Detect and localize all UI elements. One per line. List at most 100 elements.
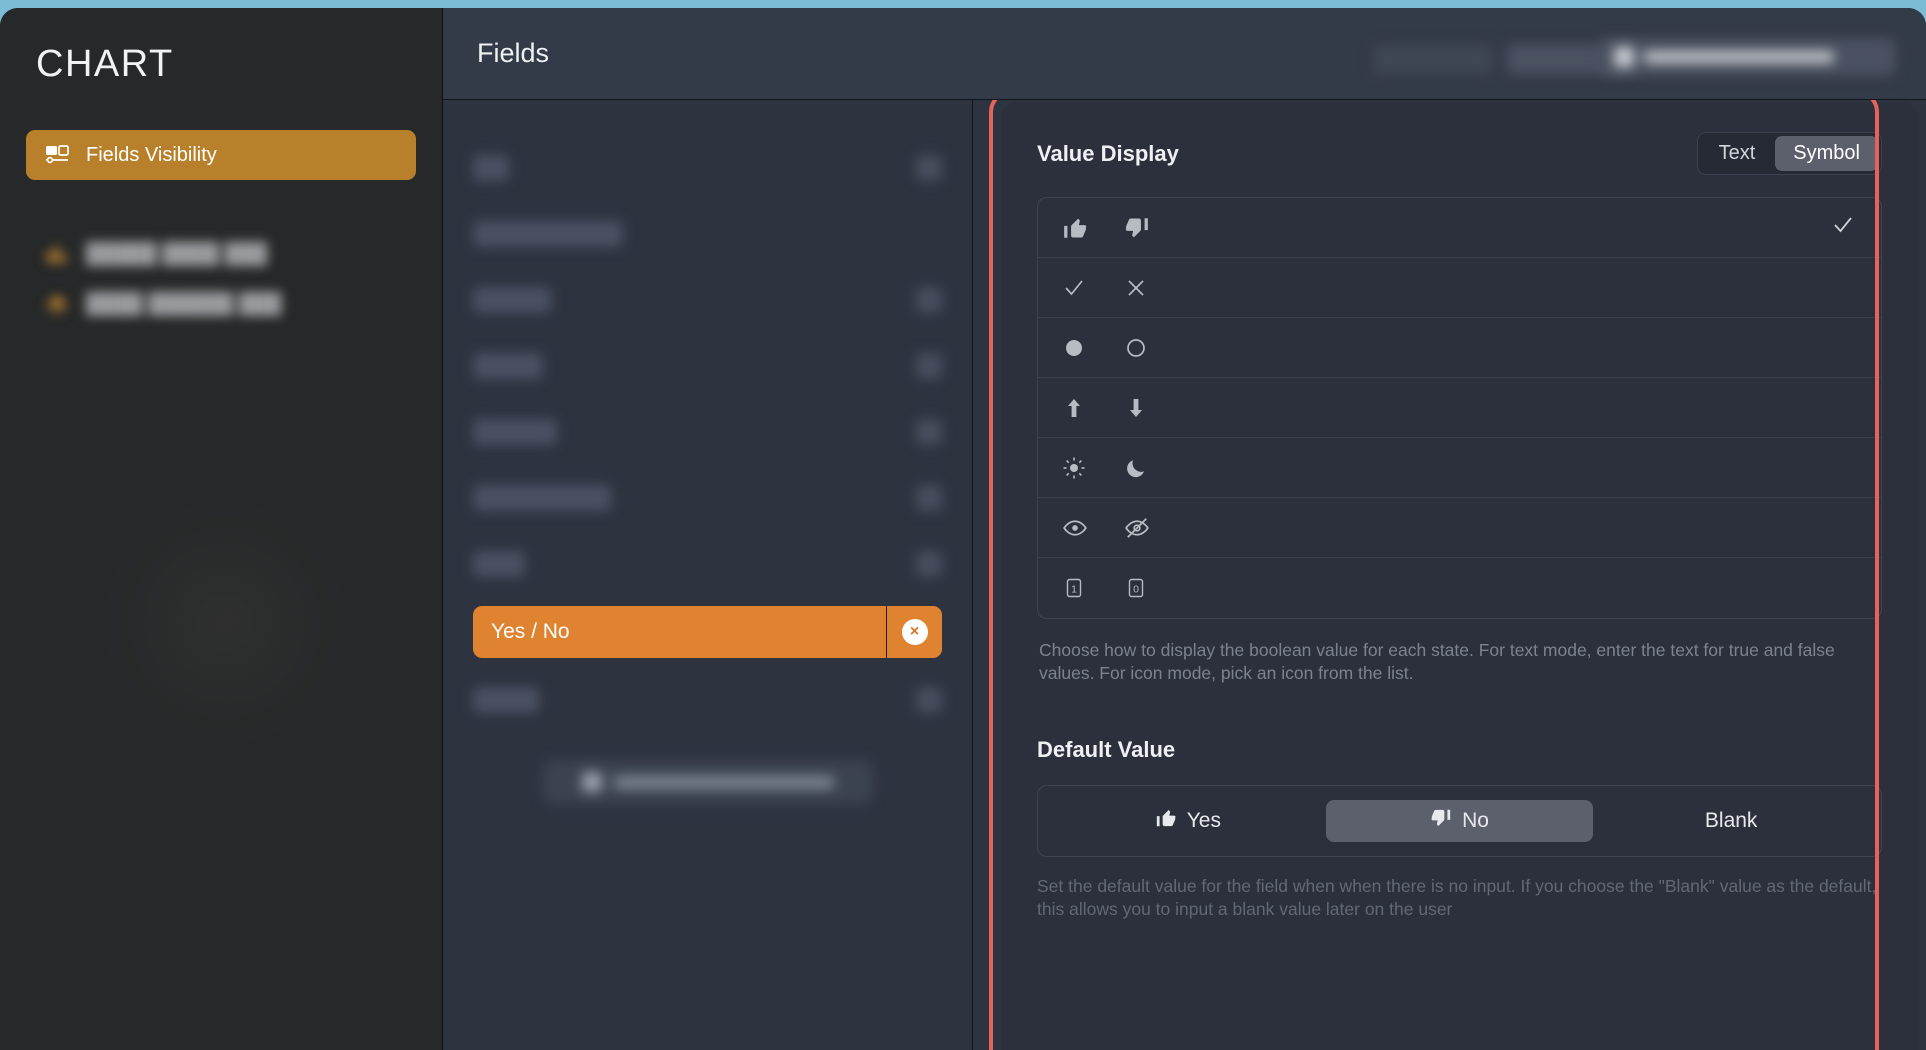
thumbs-up-icon [1062, 215, 1124, 241]
field-label [473, 155, 509, 181]
chart-icon [44, 243, 70, 265]
field-label [473, 687, 539, 713]
value-display-title: Value Display [1037, 140, 1179, 166]
default-option-no[interactable]: No [1325, 800, 1594, 843]
moon-icon [1124, 456, 1186, 480]
default-value-segmented-control[interactable]: Yes No Blank [1054, 800, 1865, 843]
filled-circle-icon [1062, 336, 1124, 360]
svg-text:0: 0 [1133, 583, 1139, 595]
display-mode-toggle[interactable]: Text Symbol [1696, 132, 1882, 175]
symbol-pair-row-eye[interactable] [1038, 498, 1881, 558]
default-value-help-text: Set the default value for the field when… [1037, 876, 1877, 920]
field-handle-icon[interactable] [916, 551, 942, 577]
field-row[interactable] [473, 408, 942, 456]
default-value-control-wrap: Yes No Blank [1037, 785, 1882, 858]
field-settings-panel: Value Display Text Symbol 1 0 Choose how… [973, 100, 1926, 1050]
add-field-button[interactable] [542, 760, 873, 804]
thumbs-down-icon [1124, 215, 1186, 241]
value-display-help-text: Choose how to display the boolean value … [1039, 640, 1835, 684]
app-title: CHART [36, 43, 174, 85]
mode-option-text[interactable]: Text [1701, 136, 1774, 171]
sidebar: CHART Fields Visibility █████ ████ ███ █… [0, 8, 443, 1050]
field-label [473, 551, 525, 577]
sidebar-item-label: █████ ████ ███ [86, 242, 268, 265]
sidebar-section-label [70, 206, 416, 223]
field-handle-icon[interactable] [916, 353, 942, 379]
mode-option-symbol[interactable]: Symbol [1775, 136, 1878, 171]
header-action-label [1644, 51, 1834, 63]
field-handle-icon[interactable] [916, 155, 942, 181]
field-handle-icon[interactable] [916, 419, 942, 445]
add-field-label [613, 775, 834, 789]
boxed-zero-icon: 0 [1124, 576, 1186, 600]
field-label [473, 485, 611, 511]
decorative-glow [90, 488, 360, 758]
field-row[interactable] [473, 342, 942, 390]
field-row[interactable] [473, 210, 942, 258]
sidebar-nav: Fields Visibility █████ ████ ███ ████ ██… [0, 130, 442, 329]
field-label [473, 287, 551, 313]
symbol-pair-row-circles[interactable] [1038, 318, 1881, 378]
arrow-up-icon [1062, 396, 1124, 420]
app-window: CHART Fields Visibility █████ ████ ███ █… [0, 8, 1926, 1050]
thumbs-down-icon [1430, 807, 1452, 835]
field-row[interactable] [473, 276, 942, 324]
header-chip-1[interactable] [1373, 44, 1493, 74]
boxed-one-icon: 1 [1062, 576, 1124, 600]
sidebar-item-fields-visibility[interactable]: Fields Visibility [26, 130, 416, 180]
sidebar-item-label: ████ ██████ ███ [86, 292, 282, 315]
header-action-button[interactable] [1600, 38, 1896, 76]
eye-off-icon [1124, 515, 1186, 541]
symbol-pair-row-check-cross[interactable] [1038, 258, 1881, 318]
symbol-pair-row-sun-moon[interactable] [1038, 438, 1881, 498]
sidebar-item-label: Fields Visibility [86, 143, 217, 166]
settings-scroll-area: Value Display Text Symbol 1 0 Choose how… [1001, 102, 1918, 1050]
close-circle-icon[interactable]: × [901, 619, 928, 645]
field-label [473, 419, 557, 445]
layers-icon [44, 293, 70, 315]
field-handle-icon[interactable] [916, 687, 942, 713]
default-option-label: No [1462, 809, 1489, 833]
main-header: Fields [443, 8, 1926, 100]
cross-icon [1124, 276, 1186, 300]
presentation-icon [44, 144, 70, 166]
default-value-section: Default Value Yes No Blank Set the defau… [1037, 737, 1882, 921]
default-option-yes[interactable]: Yes [1054, 800, 1322, 842]
field-delete-wrap[interactable]: × [886, 606, 942, 658]
eye-icon [1062, 515, 1124, 541]
main-area: Fields Yes / No × Value Display Text Sym… [443, 8, 1926, 1050]
thumbs-up-icon [1155, 807, 1177, 835]
empty-circle-icon [1124, 336, 1186, 360]
sidebar-item-blurred-1[interactable]: █████ ████ ███ [26, 229, 416, 279]
fields-list-panel: Yes / No × [443, 100, 973, 1050]
plus-icon [581, 772, 602, 792]
value-display-header: Value Display Text Symbol [1037, 132, 1882, 175]
arrow-down-icon [1124, 396, 1186, 420]
field-label [473, 221, 623, 247]
field-row-selected[interactable]: Yes / No × [473, 606, 942, 658]
default-value-title: Default Value [1037, 737, 1176, 763]
sun-icon [1062, 456, 1124, 480]
field-row[interactable] [473, 144, 942, 192]
symbol-pair-row-digits[interactable]: 1 0 [1038, 558, 1881, 618]
symbol-pair-row-thumbs[interactable] [1038, 198, 1881, 258]
symbol-pair-list: 1 0 [1037, 197, 1882, 619]
header-action-icon [1614, 47, 1634, 67]
sidebar-item-blurred-2[interactable]: ████ ██████ ███ [26, 279, 416, 329]
selected-check-icon [1831, 213, 1855, 242]
page-title: Fields [477, 38, 550, 68]
check-icon [1062, 276, 1124, 300]
default-option-blank[interactable]: Blank [1597, 800, 1865, 842]
field-handle-icon[interactable] [916, 485, 942, 511]
symbol-pair-row-arrows[interactable] [1038, 378, 1881, 438]
field-row[interactable] [473, 540, 942, 588]
default-option-label: Yes [1186, 809, 1221, 833]
main-body: Yes / No × Value Display Text Symbol 1 0… [443, 100, 1926, 1050]
field-handle-icon[interactable] [916, 287, 942, 313]
field-label [473, 353, 543, 379]
field-label: Yes / No [491, 620, 570, 643]
field-row[interactable] [473, 676, 942, 724]
header-blurred-controls[interactable] [1373, 44, 1637, 74]
default-option-label: Blank [1704, 809, 1758, 833]
field-row[interactable] [473, 474, 942, 522]
